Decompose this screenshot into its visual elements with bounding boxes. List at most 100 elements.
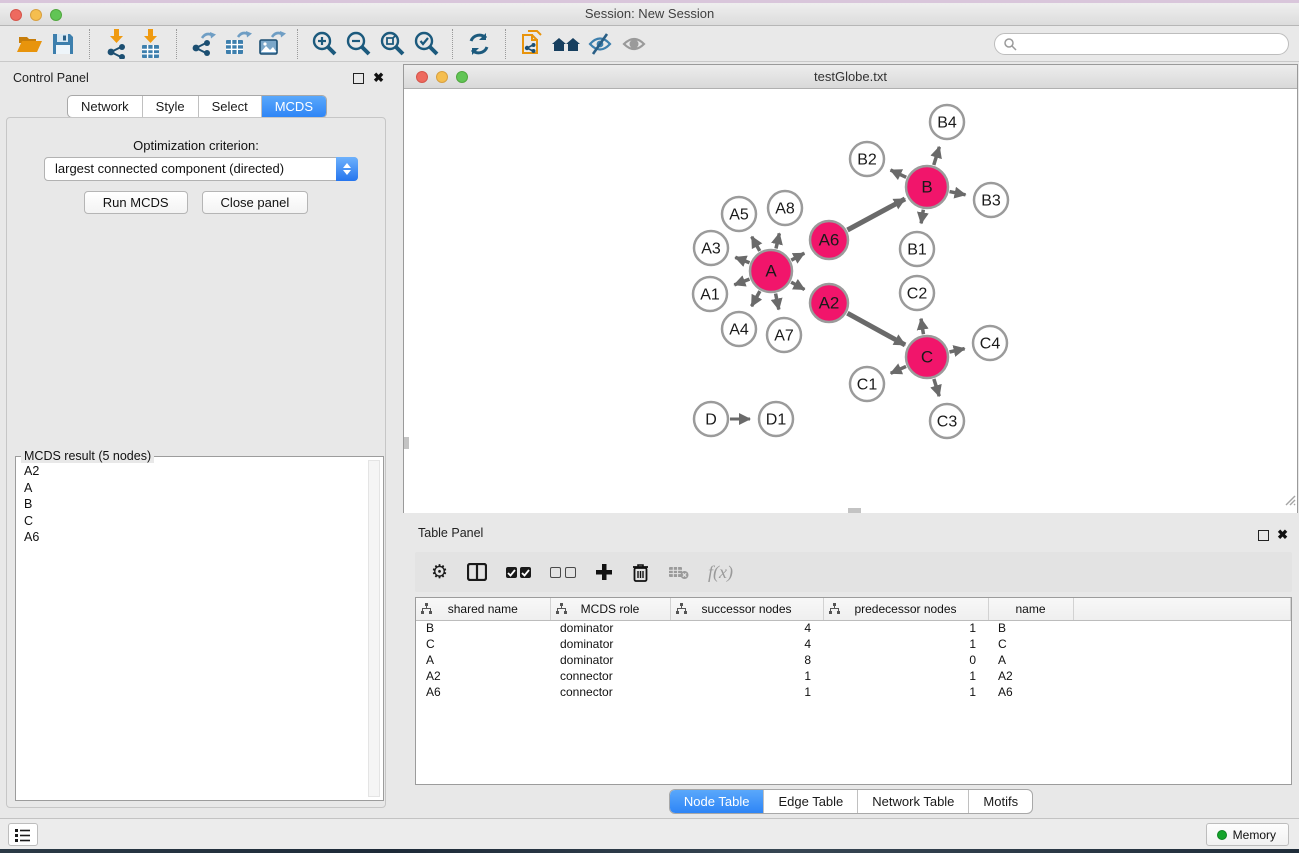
- deselect-all-columns-icon[interactable]: [550, 567, 576, 578]
- tab-motifs[interactable]: Motifs: [968, 790, 1032, 813]
- export-network-icon[interactable]: [186, 28, 220, 60]
- graph-node-B3[interactable]: B3: [974, 183, 1008, 217]
- graph-node-A2[interactable]: A2: [810, 284, 848, 322]
- tab-network-table[interactable]: Network Table: [857, 790, 968, 813]
- zoom-selected-icon[interactable]: [409, 28, 443, 60]
- show-all-networks-icon[interactable]: [549, 28, 583, 60]
- graph-edge-A-A5[interactable]: [752, 237, 760, 251]
- graph-edge-C-C1[interactable]: [891, 366, 906, 373]
- table-row[interactable]: A2connector11A2: [416, 668, 1291, 684]
- graph-node-A1[interactable]: A1: [693, 277, 727, 311]
- graph-edge-B-B4[interactable]: [934, 147, 940, 165]
- import-table-icon[interactable]: [133, 28, 167, 60]
- graph-edge-A2-C[interactable]: [847, 313, 905, 345]
- memory-button[interactable]: Memory: [1206, 823, 1289, 846]
- mcds-result-item[interactable]: C: [16, 513, 367, 530]
- task-history-button[interactable]: [8, 823, 38, 846]
- tab-select[interactable]: Select: [198, 96, 261, 117]
- zoom-out-icon[interactable]: [341, 28, 375, 60]
- select-all-columns-icon[interactable]: [506, 567, 531, 578]
- graph-edge-B-B1[interactable]: [921, 210, 923, 224]
- graph-edge-A-A1[interactable]: [734, 279, 749, 285]
- column-header-shared-name[interactable]: shared name: [416, 598, 550, 620]
- graph-node-A8[interactable]: A8: [768, 191, 802, 225]
- mcds-result-item[interactable]: A: [16, 480, 367, 497]
- float-panel-icon[interactable]: [353, 73, 364, 84]
- graph-node-A6[interactable]: A6: [810, 221, 848, 259]
- table-row[interactable]: Bdominator41B: [416, 620, 1291, 636]
- tab-node-table[interactable]: Node Table: [670, 790, 764, 813]
- export-image-icon[interactable]: [254, 28, 288, 60]
- split-panel-icon[interactable]: [467, 563, 487, 581]
- graph-node-C4[interactable]: C4: [973, 326, 1007, 360]
- graph-edge-A-A2[interactable]: [791, 282, 804, 289]
- hide-panels-icon[interactable]: [583, 28, 617, 60]
- table-row[interactable]: Cdominator41C: [416, 636, 1291, 652]
- graph-node-D1[interactable]: D1: [759, 402, 793, 436]
- column-header-name[interactable]: name: [988, 598, 1073, 620]
- tab-edge-table[interactable]: Edge Table: [763, 790, 857, 813]
- network-window-titlebar[interactable]: testGlobe.txt: [404, 65, 1297, 89]
- graph-edge-C-C2[interactable]: [921, 319, 923, 335]
- save-session-icon[interactable]: [46, 28, 80, 60]
- column-header-predecessor-nodes[interactable]: predecessor nodes: [823, 598, 988, 620]
- table-panel-close-icon[interactable]: ✖: [1277, 529, 1288, 540]
- close-panel-button[interactable]: Close panel: [202, 191, 309, 214]
- search-input[interactable]: [994, 33, 1289, 55]
- close-panel-icon[interactable]: ✖: [373, 72, 384, 83]
- tab-mcds[interactable]: MCDS: [261, 96, 326, 117]
- graph-node-D[interactable]: D: [694, 402, 728, 436]
- table-cell-filler: [1073, 652, 1291, 668]
- zoom-in-icon[interactable]: [307, 28, 341, 60]
- column-header-successor-nodes[interactable]: successor nodes: [670, 598, 823, 620]
- open-session-icon[interactable]: [12, 28, 46, 60]
- graph-edge-A-A7[interactable]: [776, 294, 779, 310]
- graph-node-B1[interactable]: B1: [900, 232, 934, 266]
- graph-node-C3[interactable]: C3: [930, 404, 964, 438]
- graph-edge-B-B3[interactable]: [950, 192, 966, 195]
- duplicate-network-icon[interactable]: [515, 28, 549, 60]
- tab-style[interactable]: Style: [142, 96, 198, 117]
- graph-node-A4[interactable]: A4: [722, 312, 756, 346]
- column-header-mcds-role[interactable]: MCDS role: [550, 598, 670, 620]
- graph-node-B[interactable]: B: [906, 166, 948, 208]
- network-canvas[interactable]: A A1 A2 A3 A4 A5 A6 A7 A8 B B1 B2 B3 B4 C C1 C2 C3 C4 D D1: [404, 90, 1297, 513]
- table-row[interactable]: A6connector11A6: [416, 684, 1291, 700]
- graph-edge-A6-B[interactable]: [847, 199, 905, 230]
- mcds-result-item[interactable]: A6: [16, 529, 367, 546]
- refresh-layout-icon[interactable]: [462, 28, 496, 60]
- graph-edge-C-C4[interactable]: [949, 349, 964, 352]
- graph-node-A7[interactable]: A7: [767, 318, 801, 352]
- table-panel-float-icon[interactable]: [1258, 530, 1269, 541]
- export-table-icon[interactable]: [220, 28, 254, 60]
- graph-node-B2[interactable]: B2: [850, 142, 884, 176]
- tab-network[interactable]: Network: [68, 96, 142, 117]
- graph-node-B4[interactable]: B4: [930, 105, 964, 139]
- graph-edge-A-A4[interactable]: [752, 291, 760, 306]
- graph-edge-A-A3[interactable]: [735, 257, 749, 262]
- add-column-icon[interactable]: [595, 563, 613, 581]
- graph-edge-A-A8[interactable]: [776, 233, 779, 248]
- run-mcds-button[interactable]: Run MCDS: [84, 191, 188, 214]
- graph-node-C1[interactable]: C1: [850, 367, 884, 401]
- graph-edge-A-A6[interactable]: [791, 253, 804, 260]
- graph-edge-C-C3[interactable]: [934, 379, 939, 396]
- delete-column-trash-icon[interactable]: [632, 563, 649, 582]
- network-vscroll-thumb[interactable]: [404, 437, 409, 449]
- table-row[interactable]: Adominator80A: [416, 652, 1291, 668]
- graph-node-C2[interactable]: C2: [900, 276, 934, 310]
- table-settings-gear-icon[interactable]: ⚙: [431, 563, 448, 582]
- mcds-result-item[interactable]: B: [16, 496, 367, 513]
- graph-node-A5[interactable]: A5: [722, 197, 756, 231]
- graph-node-A3[interactable]: A3: [694, 231, 728, 265]
- graph-edge-B-B2[interactable]: [891, 170, 907, 177]
- zoom-fit-icon[interactable]: [375, 28, 409, 60]
- graph-node-A[interactable]: A: [750, 250, 792, 292]
- optimization-criterion-select[interactable]: largest connected component (directed): [44, 157, 358, 181]
- window-resize-grip[interactable]: [1282, 492, 1296, 511]
- mcds-result-item[interactable]: A2: [16, 463, 367, 480]
- graph-node-C[interactable]: C: [906, 336, 948, 378]
- network-hscroll-thumb[interactable]: [848, 508, 861, 513]
- import-network-icon[interactable]: [99, 28, 133, 60]
- result-list-scrollbar[interactable]: [368, 460, 380, 797]
